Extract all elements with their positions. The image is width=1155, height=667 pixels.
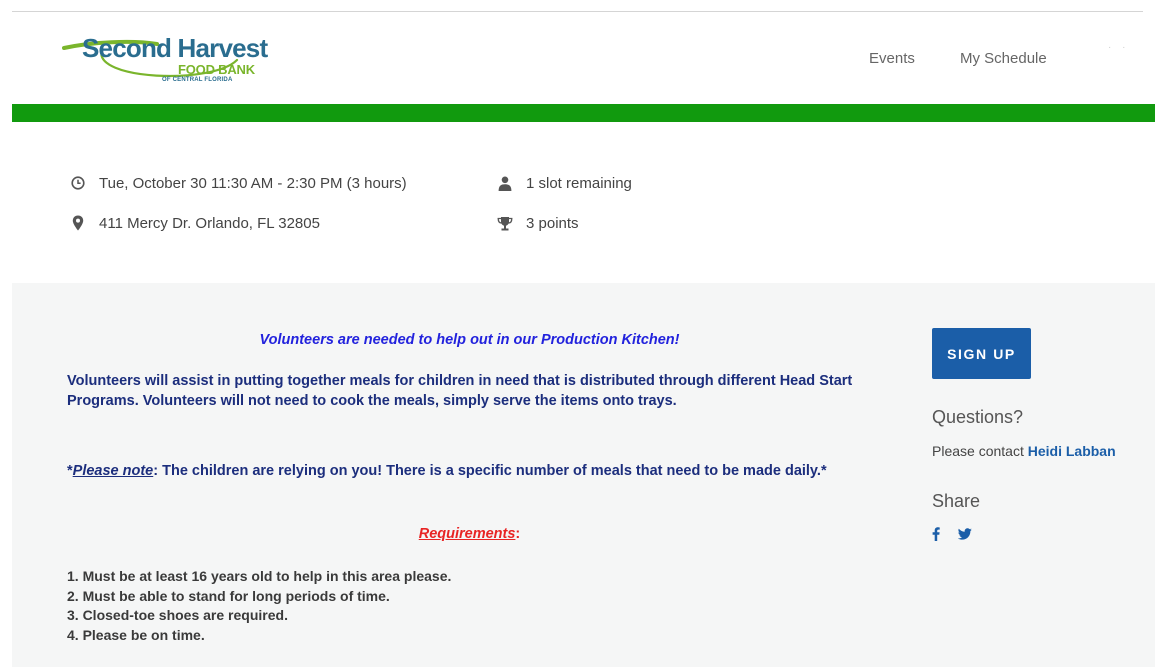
nav-user-menu[interactable]: · ·: [1108, 42, 1129, 53]
share-icons: [932, 527, 972, 541]
event-datetime: Tue, October 30 11:30 AM - 2:30 PM (3 ho…: [69, 174, 407, 192]
requirements-label: Requirements: [418, 526, 516, 542]
map-pin-icon: [69, 214, 87, 232]
sign-up-button[interactable]: SIGN UP: [932, 328, 1031, 379]
event-datetime-text: Tue, October 30 11:30 AM - 2:30 PM (3 ho…: [99, 174, 407, 192]
header-divider: [12, 11, 1143, 12]
nav-events-link[interactable]: Events: [869, 50, 915, 67]
event-points: 3 points: [496, 214, 579, 232]
logo-region: OF CENTRAL FLORIDA: [162, 77, 233, 83]
twitter-icon[interactable]: [958, 528, 972, 540]
description-note: *Please note: The children are relying o…: [67, 462, 872, 482]
user-icon: [496, 174, 514, 192]
note-label: Please note: [72, 463, 154, 479]
nav-my-schedule-link[interactable]: My Schedule: [960, 50, 1047, 67]
requirements-colon: :: [515, 526, 521, 542]
trophy-icon: [496, 214, 514, 232]
requirements-heading: Requirements:: [67, 526, 872, 542]
logo[interactable]: Second Harvest FOOD BANK OF CENTRAL FLOR…: [62, 30, 268, 90]
facebook-icon[interactable]: [932, 527, 940, 541]
event-slots-text: 1 slot remaining: [526, 174, 632, 192]
contact-link[interactable]: Heidi Labban: [1028, 443, 1116, 459]
note-text: : The children are relying on you! There…: [153, 463, 827, 479]
share-title: Share: [932, 491, 981, 511]
requirement-item: 1. Must be at least 16 years old to help…: [67, 568, 452, 584]
header-green-bar: [12, 104, 1155, 122]
description-headline: Volunteers are needed to help out in our…: [259, 332, 680, 348]
requirements-list: 1. Must be at least 16 years old to help…: [67, 567, 451, 645]
logo-title: Second Harvest: [82, 33, 268, 63]
event-slots: 1 slot remaining: [496, 174, 632, 192]
requirement-item: 3. Closed-toe shoes are required.: [67, 607, 288, 623]
event-points-text: 3 points: [526, 214, 579, 232]
clock-icon: [69, 174, 87, 192]
requirement-item: 2. Must be able to stand for long period…: [67, 587, 390, 604]
contact-prefix: Please contact: [932, 443, 1028, 459]
questions-title: Questions?: [932, 407, 1024, 427]
requirement-item: 4. Please be on time.: [67, 626, 205, 643]
event-address: 411 Mercy Dr. Orlando, FL 32805: [69, 214, 320, 232]
description-paragraph: Volunteers will assist in putting togeth…: [67, 373, 853, 409]
event-address-text: 411 Mercy Dr. Orlando, FL 32805: [99, 214, 320, 232]
logo-subtitle: FOOD BANK: [178, 62, 255, 77]
contact-text: Please contact Heidi Labban: [932, 443, 1116, 459]
